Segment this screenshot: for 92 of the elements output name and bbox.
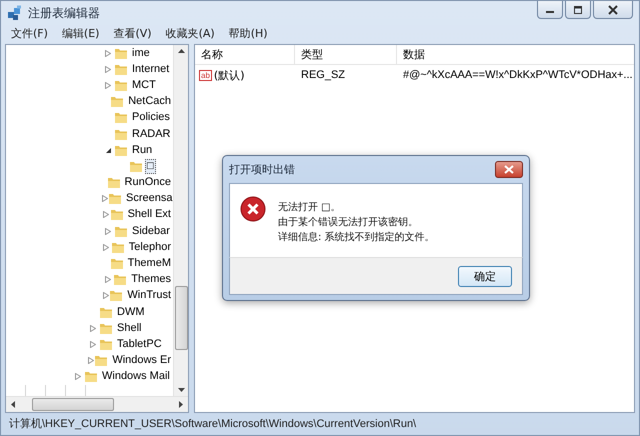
scroll-right-icon[interactable] [179, 401, 183, 408]
close-button[interactable] [593, 1, 633, 19]
folder-icon [99, 338, 113, 351]
horizontal-scrollbar[interactable] [6, 396, 188, 412]
column-header[interactable]: 类型 [295, 45, 397, 64]
collapsed-arrow-icon[interactable] [104, 276, 111, 284]
collapsed-arrow-icon[interactable] [102, 211, 109, 218]
tree-item[interactable]: WinTrust [125, 288, 173, 304]
tree-item[interactable]: Run [130, 142, 154, 158]
menu-item[interactable]: 帮助(H) [228, 26, 268, 40]
folder-icon [106, 176, 121, 190]
collapsed-arrow-icon[interactable] [75, 373, 81, 380]
menu-item[interactable]: 收藏夹(A) [166, 26, 215, 40]
tree-item[interactable]: □ [145, 158, 156, 174]
tree-item[interactable]: Windows Er [110, 353, 173, 368]
tree-item[interactable]: MCT [130, 78, 158, 93]
error-message: 详细信息: 系统找不到指定的文件。 [278, 230, 435, 245]
tree-item[interactable]: Shell [115, 320, 144, 336]
collapsed-arrow-icon[interactable] [105, 50, 111, 57]
expanded-arrow-icon[interactable] [105, 146, 111, 154]
collapsed-arrow-icon[interactable] [102, 195, 108, 202]
tree-item[interactable]: Themes [129, 272, 173, 288]
tree-item[interactable]: ThemeM [126, 256, 173, 272]
folder-icon [114, 111, 128, 124]
folder-icon [114, 62, 128, 76]
tree-item[interactable]: Sidebar [130, 224, 172, 239]
folder-icon [114, 78, 128, 92]
folder-icon [114, 224, 128, 238]
status-path: 计算机\HKEY_CURRENT_USER\Software\Microsoft\Windows\CurrentVersion\Run\ [9, 418, 416, 430]
dialog-title: 打开项时出错 [229, 162, 295, 177]
collapsed-arrow-icon[interactable] [90, 340, 96, 348]
folder-icon [129, 160, 143, 173]
string-value-icon: ab [199, 70, 212, 80]
value-name[interactable]: (默认) [214, 68, 244, 82]
maximize-icon [573, 6, 583, 14]
collapsed-arrow-icon[interactable] [102, 292, 109, 300]
window-title: 注册表编辑器 [28, 4, 100, 22]
tree-item[interactable]: Windows Mail [100, 369, 172, 384]
tree-item[interactable]: Internet [130, 62, 172, 77]
tree-item[interactable]: NetCach [126, 94, 173, 110]
folder-icon [109, 289, 124, 302]
close-button[interactable] [495, 161, 523, 178]
collapsed-arrow-icon[interactable] [103, 244, 110, 251]
scroll-left-icon[interactable] [11, 401, 15, 408]
tree-item[interactable]: TabletPC [115, 336, 164, 352]
value-data: #@~^kXcAAA==W!x^DkKxP^WTcV*ODHax+... [402, 69, 633, 81]
folder-icon [99, 322, 113, 335]
tree-item[interactable]: Telephor [126, 240, 173, 255]
folder-icon [110, 95, 124, 108]
registry-cubes-icon [7, 5, 23, 21]
value-type: REG_SZ [300, 69, 346, 81]
collapsed-arrow-icon[interactable] [105, 228, 111, 235]
collapsed-arrow-icon[interactable] [105, 82, 111, 89]
close-icon [504, 165, 514, 174]
tree-item[interactable]: Policies [130, 110, 172, 126]
folder-icon [114, 46, 128, 60]
folder-icon [94, 354, 108, 368]
folder-icon [110, 208, 124, 222]
error-icon [240, 196, 266, 222]
tree-item[interactable]: RADAR [130, 126, 173, 142]
tree-item[interactable]: Screensa [124, 191, 173, 206]
column-header[interactable]: 名称 [195, 45, 295, 64]
scrollbar-thumb[interactable] [32, 398, 114, 411]
folder-icon [99, 306, 113, 319]
menu-item[interactable]: 编辑(E) [62, 26, 100, 40]
menu-item[interactable]: 查看(V) [113, 26, 152, 40]
folder-icon [114, 144, 128, 157]
scroll-down-icon[interactable] [178, 388, 184, 392]
folder-icon [114, 128, 128, 141]
folder-icon [110, 257, 124, 270]
ok-button[interactable]: 确定 [458, 266, 512, 286]
folder-icon [84, 370, 98, 384]
folder-icon [113, 273, 128, 286]
tree-item[interactable]: ime [130, 46, 152, 61]
tree-item[interactable]: DWM [115, 304, 146, 320]
collapsed-arrow-icon[interactable] [88, 357, 94, 364]
collapsed-arrow-icon[interactable] [90, 324, 96, 332]
collapsed-arrow-icon[interactable] [105, 66, 111, 73]
scroll-up-icon[interactable] [178, 49, 184, 53]
minimize-button[interactable] [537, 1, 563, 19]
error-message: 无法打开 □。 [278, 200, 342, 215]
scrollbar-thumb[interactable] [174, 286, 188, 350]
column-header[interactable]: 数据 [397, 45, 634, 64]
folder-icon [110, 240, 125, 254]
menu-item[interactable]: 文件(F) [11, 26, 48, 40]
tree-item[interactable]: Shell Ext [126, 207, 173, 222]
close-icon [607, 4, 619, 14]
error-message: 由于某个错误无法打开该密钥。 [278, 216, 419, 230]
folder-icon [108, 192, 122, 206]
maximize-button[interactable] [565, 1, 591, 19]
vertical-scrollbar[interactable] [173, 45, 188, 396]
tree-item[interactable]: RunOnce [122, 175, 173, 190]
